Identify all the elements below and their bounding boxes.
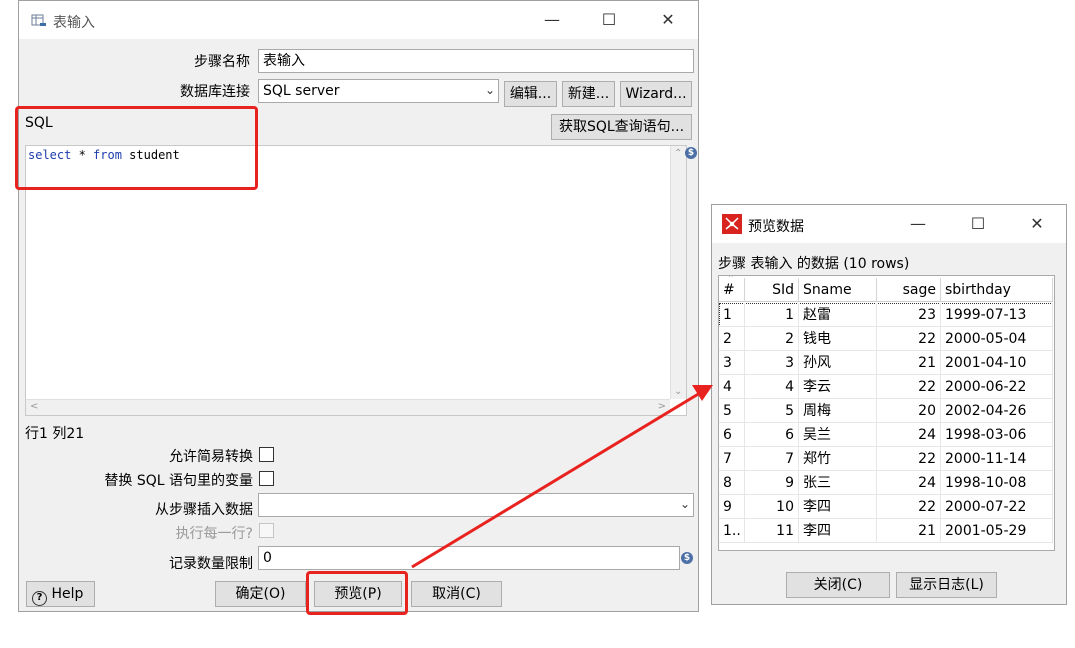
annotation-arrow bbox=[411, 385, 713, 569]
